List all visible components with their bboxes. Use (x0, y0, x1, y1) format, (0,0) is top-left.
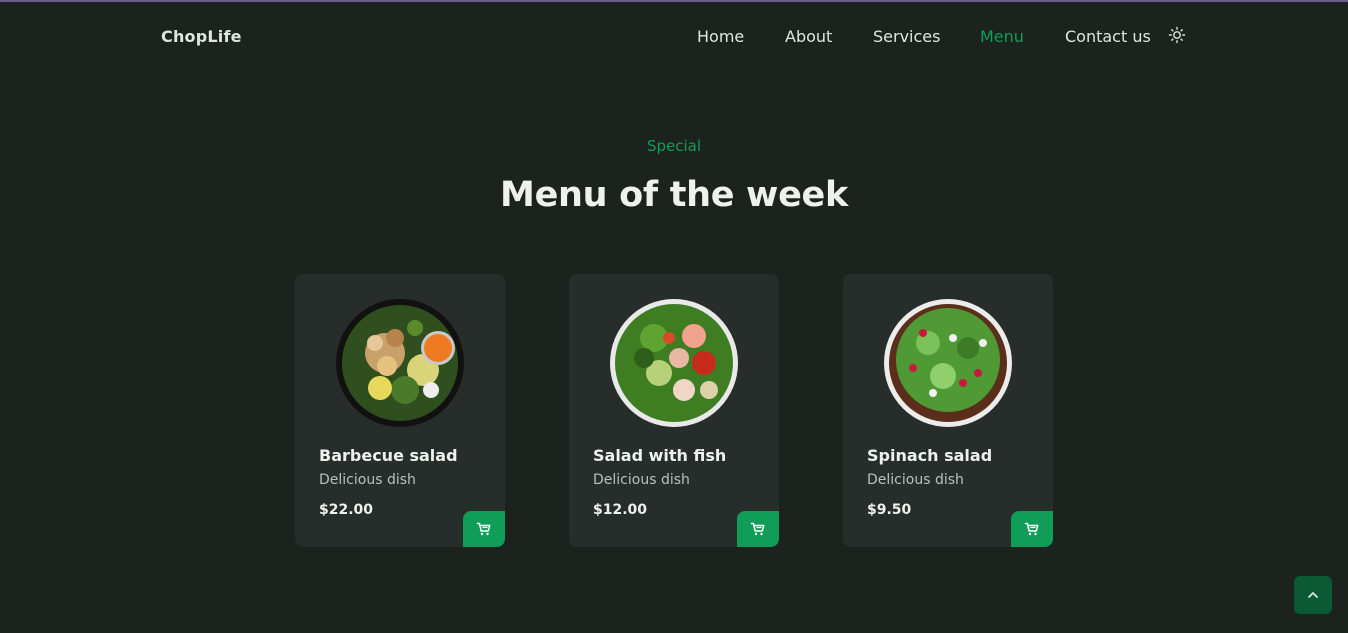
nav-contact-us[interactable]: Contact us (1065, 27, 1151, 46)
dish-description: Delicious dish (867, 472, 964, 488)
dish-price: $9.50 (867, 502, 912, 518)
dish-name: Spinach salad (867, 446, 993, 465)
dish-price: $12.00 (593, 502, 648, 518)
dish-price: $22.00 (319, 502, 374, 518)
scroll-to-top-button[interactable] (1294, 576, 1332, 614)
dish-name: Salad with fish (593, 446, 727, 465)
dish-name: Barbecue salad (319, 446, 458, 465)
cart-icon (1024, 522, 1039, 536)
sun-icon[interactable] (1168, 26, 1186, 44)
dish-description: Delicious dish (319, 472, 416, 488)
section-subtitle: Special (646, 137, 702, 155)
dish-description: Delicious dish (593, 472, 690, 488)
add-to-cart-button[interactable] (463, 511, 505, 547)
nav-home[interactable]: Home (697, 27, 744, 46)
main-nav: Home About Services Menu Contact us (0, 27, 1348, 51)
menu-card: Salad with fish Delicious dish $12.00 (569, 274, 779, 547)
fish-salad-image (609, 298, 739, 428)
cart-icon (476, 522, 491, 536)
nav-about[interactable]: About (785, 27, 832, 46)
chevron-up-icon (1308, 592, 1318, 598)
barbecue-salad-image (335, 298, 465, 428)
add-to-cart-button[interactable] (1011, 511, 1053, 547)
menu-card: Barbecue salad Delicious dish $22.00 (295, 274, 505, 547)
menu-card: Spinach salad Delicious dish $9.50 (843, 274, 1053, 547)
cart-icon (750, 522, 765, 536)
site-header: ChopLife Home About Services Menu Contac… (0, 2, 1348, 74)
nav-menu[interactable]: Menu (980, 27, 1024, 46)
nav-services[interactable]: Services (873, 27, 940, 46)
spinach-salad-image (883, 298, 1013, 428)
add-to-cart-button[interactable] (737, 511, 779, 547)
section-title: Menu of the week (500, 175, 848, 215)
